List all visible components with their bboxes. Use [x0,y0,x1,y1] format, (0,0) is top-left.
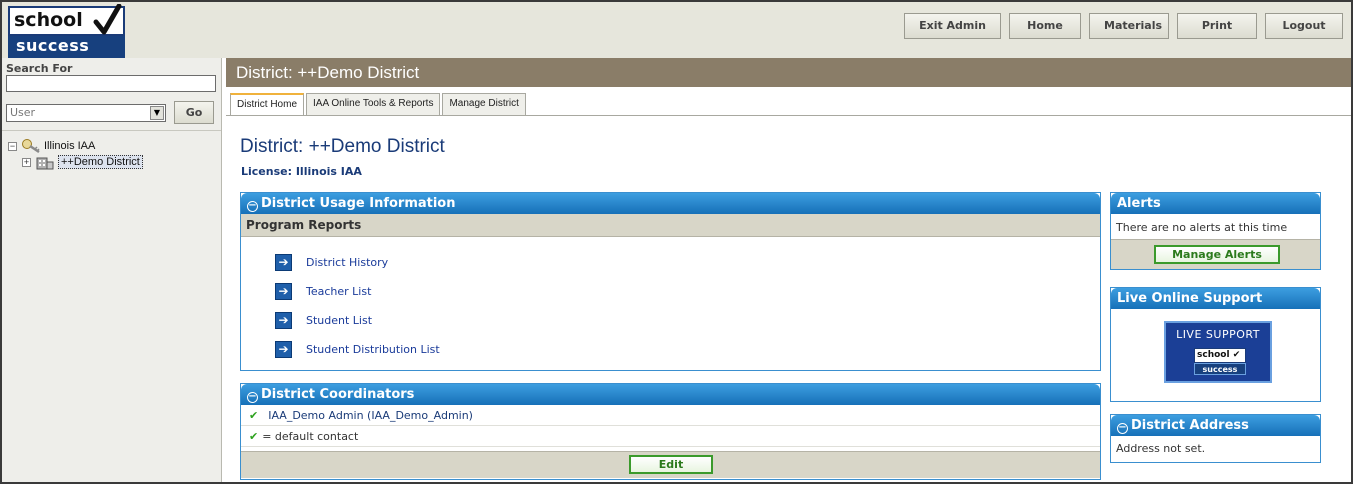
collapse-icon[interactable]: − [247,201,258,212]
student-distribution-list-link[interactable]: Student Distribution List [306,343,440,356]
expand-icon[interactable]: + [22,157,31,167]
report-row[interactable]: ➔ District History [275,254,388,271]
program-reports-header: Program Reports [241,214,1100,237]
sidebar-divider [2,130,221,131]
search-type-select[interactable]: User ▼ [6,104,166,122]
manage-alerts-button[interactable]: Manage Alerts [1154,245,1280,264]
district-header-bar: District: ++Demo District [226,58,1351,87]
alerts-footer: Manage Alerts [1111,239,1320,269]
district-address-title: District Address [1131,418,1249,433]
live-support-panel: Live Online Support LIVE SUPPORT school … [1110,287,1321,402]
search-input[interactable] [6,75,216,92]
go-button[interactable]: Go [174,101,214,124]
home-button[interactable]: Home [1009,13,1081,39]
exit-admin-button[interactable]: Exit Admin [904,13,1001,39]
coordinators-panel-header[interactable]: − District Coordinators [241,384,1100,405]
logo-small-bottom: success [1194,363,1246,375]
building-icon [36,157,54,170]
tree-item-root[interactable]: − Illinois IAA [8,138,95,154]
usage-panel-title: District Usage Information [261,196,456,211]
collapse-icon[interactable]: − [247,392,258,403]
main-content: District: ++Demo District District Home … [226,58,1351,482]
checkmark-icon [93,4,122,35]
print-button[interactable]: Print [1177,13,1257,39]
edit-button[interactable]: Edit [629,455,713,474]
coordinators-panel: − District Coordinators ✔ IAA_Demo Admin (… [240,383,1101,480]
materials-button[interactable]: Materials [1089,13,1169,39]
checkmark-icon: ✔ [249,430,259,443]
collapse-icon[interactable]: − [1117,423,1128,434]
legend-text: = default contact [262,430,359,443]
alerts-panel-header: Alerts [1111,193,1320,214]
chevron-down-icon[interactable]: ▼ [150,106,164,120]
report-row[interactable]: ➔ Teacher List [275,283,371,300]
coordinator-row: ✔ IAA_Demo Admin (IAA_Demo_Admin) [241,406,1100,426]
school-success-logo[interactable]: school success [8,4,125,62]
school-success-logo-small: school ✔ success [1194,348,1246,376]
live-support-text: LIVE SUPPORT [1176,328,1260,341]
tab-district-home[interactable]: District Home [230,93,305,115]
district-address-message: Address not set. [1116,442,1206,455]
alerts-message: There are no alerts at this time [1116,221,1288,234]
tab-bar: District Home IAA Online Tools & Reports… [230,93,526,115]
tab-underline [226,115,1351,116]
collapse-icon[interactable]: − [8,141,17,151]
top-header-bar: school success Exit Admin Home Materials… [2,2,1351,58]
report-row[interactable]: ➔ Student Distribution List [275,341,440,358]
checkmark-icon: ✔ [1232,350,1241,360]
arrow-right-icon[interactable]: ➔ [275,283,292,300]
key-icon [22,139,40,154]
district-address-panel-header[interactable]: − District Address [1111,415,1320,436]
usage-panel-header[interactable]: − District Usage Information [241,193,1100,214]
page-title: District: ++Demo District [240,136,445,157]
arrow-right-icon[interactable]: ➔ [275,341,292,358]
logo-top-text: school [14,9,83,31]
top-nav-buttons: Exit Admin Home Materials Print Logout [904,13,1343,39]
student-list-link[interactable]: Student List [306,314,372,327]
tree-label-district: ++Demo District [58,155,143,169]
arrow-right-icon[interactable]: ➔ [275,254,292,271]
search-label: Search For [6,62,73,75]
search-type-value: User [10,106,36,119]
arrow-right-icon[interactable]: ➔ [275,312,292,329]
license-label: License: Illinois IAA [241,165,362,178]
default-contact-legend: ✔ = default contact [241,427,1100,447]
teacher-list-link[interactable]: Teacher List [306,285,371,298]
coordinators-footer: Edit [241,451,1100,478]
usage-panel: − District Usage Information Program Repo… [240,192,1101,371]
logout-button[interactable]: Logout [1265,13,1343,39]
tab-manage-district[interactable]: Manage District [442,93,526,115]
tree-label-root: Illinois IAA [44,140,96,152]
logo-small-top: school [1197,350,1230,360]
live-support-banner[interactable]: LIVE SUPPORT school ✔ success [1164,321,1272,383]
coordinator-name: IAA_Demo Admin (IAA_Demo_Admin) [268,409,473,422]
tab-online-tools[interactable]: IAA Online Tools & Reports [306,93,441,115]
checkmark-icon: ✔ [249,409,259,422]
left-sidebar: Search For User ▼ Go − Illinois IAA + ++… [2,58,222,482]
logo-bottom-text: success [16,36,90,55]
live-support-panel-header: Live Online Support [1111,288,1320,309]
district-address-panel: − District Address Address not set. [1110,414,1321,463]
district-history-link[interactable]: District History [306,256,388,269]
coordinators-panel-title: District Coordinators [261,387,415,402]
tree-item-district[interactable]: + ++Demo District [22,154,143,170]
report-row[interactable]: ➔ Student List [275,312,372,329]
alerts-panel: Alerts There are no alerts at this time … [1110,192,1321,270]
